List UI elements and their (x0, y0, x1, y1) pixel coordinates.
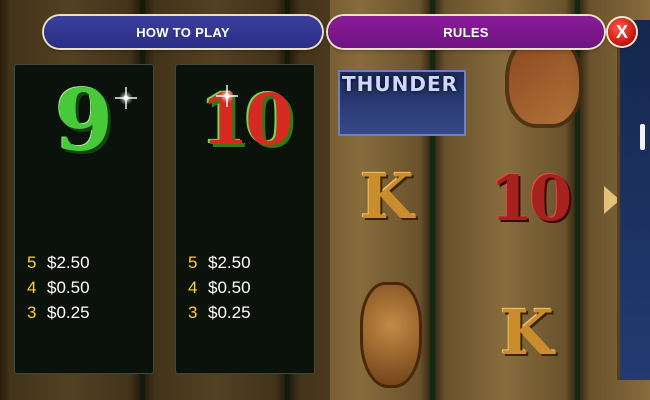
tab-how-to-play[interactable]: HOW TO PLAY (44, 16, 322, 48)
close-button[interactable]: X (608, 18, 636, 46)
payout-row: 4 $0.50 (27, 278, 90, 303)
reel-symbol-k-2: K (500, 296, 554, 369)
payout-row: 5 $2.50 (27, 253, 90, 278)
payout-row: 4 $0.50 (188, 278, 251, 303)
match-count: 3 (188, 303, 198, 322)
payout-amount: $0.25 (47, 303, 90, 322)
payout-amount: $0.50 (208, 278, 251, 297)
thunder-banner-text: THUNDER (341, 72, 459, 96)
sparkle-icon (119, 87, 133, 109)
payout-row: 3 $0.25 (188, 303, 251, 328)
payout-row: 5 $2.50 (188, 253, 251, 278)
match-count: 3 (27, 303, 37, 322)
payout-row: 3 $0.25 (27, 303, 90, 328)
tab-rules[interactable]: RULES (328, 16, 604, 48)
match-count: 5 (27, 253, 37, 272)
match-count: 5 (188, 253, 198, 272)
symbol-10-icon: 10 (200, 78, 293, 161)
paytable-card-10: 10 5 $2.50 4 $0.50 3 $0.25 (175, 64, 315, 374)
scrollbar-thumb[interactable] (640, 124, 645, 150)
payout-amount: $2.50 (47, 253, 90, 272)
paytable-card-9: 9 5 $2.50 4 $0.50 3 $0.25 (14, 64, 154, 374)
payout-list: 5 $2.50 4 $0.50 3 $0.25 (27, 253, 90, 328)
payout-amount: $0.50 (47, 278, 90, 297)
payout-list: 5 $2.50 4 $0.50 3 $0.25 (188, 253, 251, 328)
close-icon: X (615, 21, 628, 42)
payout-amount: $0.25 (208, 303, 251, 322)
reel-symbol-k: K (360, 160, 414, 233)
payout-amount: $2.50 (208, 253, 251, 272)
match-count: 4 (188, 278, 198, 297)
reel-symbol-10: 10 (490, 162, 572, 235)
match-count: 4 (27, 278, 37, 297)
mask-symbol (360, 282, 422, 388)
right-side-panel (617, 20, 650, 380)
sparkle-icon (220, 85, 234, 107)
